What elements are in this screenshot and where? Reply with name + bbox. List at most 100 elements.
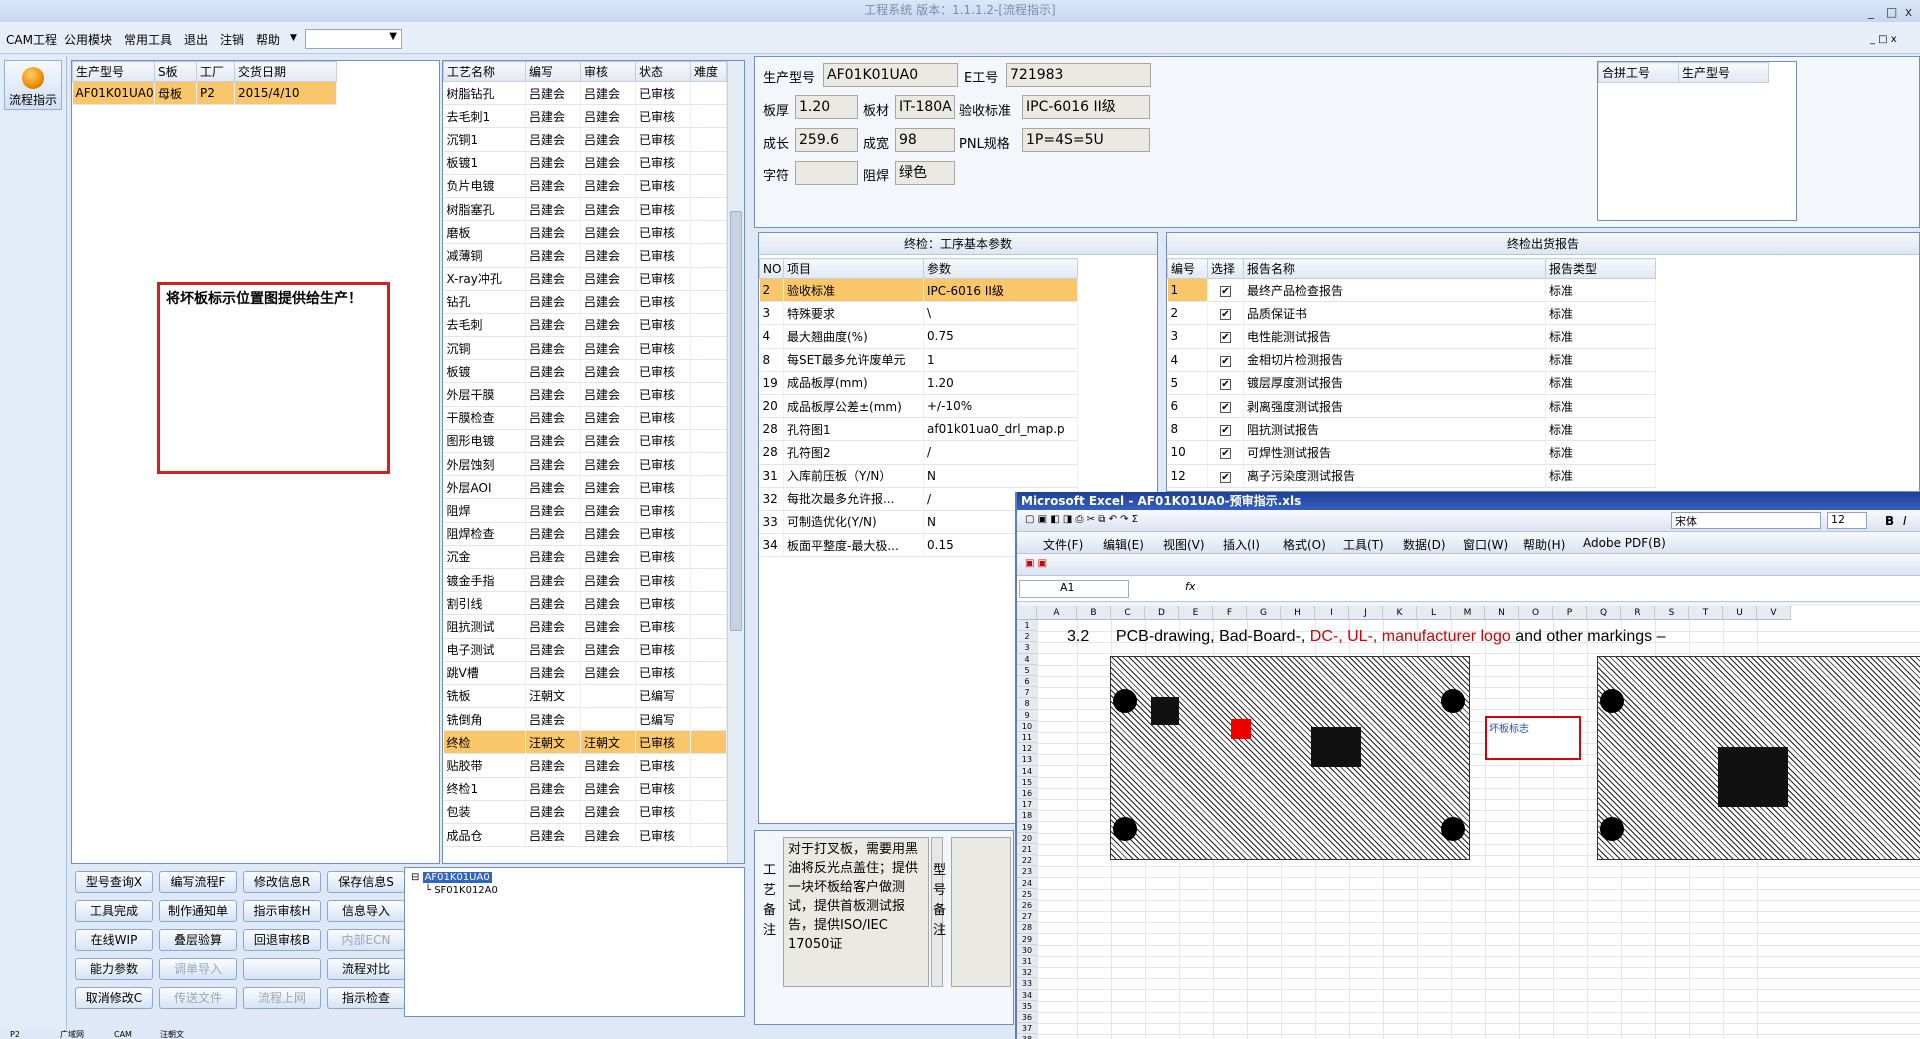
- row-header[interactable]: 37: [1017, 1023, 1037, 1035]
- table-row[interactable]: 6 ✔ 剥离强度测试报告 标准: [1167, 394, 1656, 419]
- tab-wan[interactable]: 广域网: [60, 1030, 84, 1039]
- action-button[interactable]: 回退审核B: [243, 929, 321, 951]
- table-row[interactable]: 磨板 吕建会 吕建会 已审核: [443, 220, 727, 245]
- column-header[interactable]: L: [1417, 606, 1451, 620]
- column-header[interactable]: K: [1383, 606, 1417, 620]
- table-row[interactable]: 28 孔符图1 af01k01ua0_drl_map.p: [759, 417, 1078, 442]
- row-header[interactable]: 33: [1017, 978, 1037, 990]
- report-cell[interactable]: ✔: [1207, 348, 1244, 372]
- table-row[interactable]: 板镀1 吕建会 吕建会 已审核: [443, 151, 727, 175]
- col-item[interactable]: 项目: [783, 258, 924, 279]
- action-button[interactable]: 取消修改C: [75, 987, 153, 1009]
- row-header[interactable]: 28: [1017, 922, 1037, 934]
- row-header[interactable]: 7: [1017, 687, 1037, 699]
- thickness-field[interactable]: 1.20: [795, 95, 858, 119]
- column-header[interactable]: E: [1179, 606, 1213, 620]
- table-row[interactable]: 外层干膜 吕建会 吕建会 已审核: [443, 382, 727, 407]
- row-header[interactable]: 16: [1017, 788, 1037, 800]
- report-cell[interactable]: ✔: [1207, 417, 1244, 442]
- process-note-text[interactable]: 对于打叉板，需要用黑油将反光点盖住；提供一块坏板给客户做测试，提供首板测试报告，…: [783, 837, 929, 987]
- excel-menu-item[interactable]: 插入(I): [1223, 536, 1260, 553]
- menu-help[interactable]: 帮助: [256, 31, 280, 48]
- excel-menu-item[interactable]: Adobe PDF(B): [1583, 536, 1666, 550]
- menu-public[interactable]: 公用模块: [64, 31, 112, 48]
- action-button[interactable]: 能力参数: [75, 958, 153, 980]
- row-header[interactable]: 23: [1017, 866, 1037, 878]
- flow-indicator-button[interactable]: 流程指示: [4, 60, 62, 110]
- row-header[interactable]: 36: [1017, 1012, 1037, 1024]
- action-button[interactable]: 叠层验算: [159, 929, 237, 951]
- row-header[interactable]: 26: [1017, 900, 1037, 912]
- table-row[interactable]: 终检 汪朝文 汪朝文 已审核: [443, 730, 727, 755]
- pdf-icon[interactable]: ▣ ▣: [1025, 558, 1047, 569]
- table-row[interactable]: 4 最大翘曲度(%) 0.75: [759, 324, 1078, 349]
- row-header[interactable]: 31: [1017, 956, 1037, 968]
- select-all-corner[interactable]: [1017, 606, 1037, 620]
- row-header[interactable]: 21: [1017, 844, 1037, 856]
- column-header[interactable]: H: [1281, 606, 1315, 620]
- row-header[interactable]: 10: [1017, 720, 1037, 732]
- table-row[interactable]: 沉铜 吕建会 吕建会 已审核: [443, 336, 727, 361]
- pnl-field[interactable]: 1P=4S=5U: [1022, 128, 1150, 152]
- report-cell[interactable]: ✔: [1207, 394, 1244, 419]
- checkbox[interactable]: ✔: [1220, 402, 1231, 414]
- italic-icon[interactable]: I: [1903, 514, 1907, 528]
- table-row[interactable]: 去毛刺1 吕建会 吕建会 已审核: [443, 104, 727, 129]
- excel-menu-item[interactable]: 文件(F): [1043, 536, 1083, 553]
- action-button[interactable]: 制作通知单: [159, 900, 237, 922]
- row-header[interactable]: 4: [1017, 653, 1037, 665]
- tab-cam[interactable]: CAM: [114, 1030, 132, 1039]
- table-row[interactable]: 2 ✔ 品质保证书 标准: [1167, 301, 1656, 326]
- col-report-no[interactable]: 编号: [1167, 258, 1208, 279]
- close-button[interactable]: x: [1905, 2, 1912, 22]
- row-header[interactable]: 14: [1017, 765, 1037, 777]
- table-row[interactable]: 割引线 吕建会 吕建会 已审核: [443, 591, 727, 616]
- table-row[interactable]: 贴胶带 吕建会 吕建会 已审核: [443, 753, 727, 778]
- action-button[interactable]: 型号查询X: [75, 871, 153, 893]
- column-header[interactable]: B: [1077, 606, 1111, 620]
- menu-cam[interactable]: CAM工程: [6, 31, 57, 48]
- column-header[interactable]: D: [1145, 606, 1179, 620]
- material-field[interactable]: IT-180A: [895, 95, 955, 119]
- table-row[interactable]: 20 成品板厚公差±(mm) +/-10%: [759, 394, 1078, 419]
- row-header[interactable]: 27: [1017, 911, 1037, 923]
- checkbox[interactable]: ✔: [1220, 448, 1231, 460]
- table-row[interactable]: 10 ✔ 可焊性测试报告 标准: [1167, 440, 1656, 465]
- menu-exit[interactable]: 退出: [184, 31, 208, 48]
- table-row[interactable]: 铣板 汪朝文 已编写: [443, 684, 727, 709]
- width-field[interactable]: 98: [895, 128, 955, 152]
- action-button[interactable]: 修改信息R: [243, 871, 321, 893]
- column-header[interactable]: O: [1519, 606, 1553, 620]
- checkbox[interactable]: ✔: [1220, 332, 1231, 344]
- report-cell[interactable]: ✔: [1207, 324, 1244, 349]
- row-header[interactable]: 8: [1017, 698, 1037, 710]
- action-button[interactable]: 在线WIP: [75, 929, 153, 951]
- action-button[interactable]: 内部ECN: [327, 929, 405, 951]
- table-row[interactable]: 负片电镀 吕建会 吕建会 已审核: [443, 174, 727, 198]
- table-row[interactable]: 阻焊 吕建会 吕建会 已审核: [443, 498, 727, 523]
- column-header[interactable]: M: [1451, 606, 1485, 620]
- column-header[interactable]: T: [1689, 606, 1723, 620]
- row-header[interactable]: 20: [1017, 832, 1037, 844]
- table-row[interactable]: 图形电镀 吕建会 吕建会 已审核: [443, 429, 727, 454]
- excel-window[interactable]: Microsoft Excel - AF01K01UA0-预审指示.xls ▢ …: [1015, 492, 1920, 1039]
- table-row[interactable]: 5 ✔ 镀层厚度测试报告 标准: [1167, 371, 1656, 395]
- checkbox[interactable]: ✔: [1220, 378, 1231, 390]
- table-row[interactable]: 2 验收标准 IPC-6016 II级: [759, 278, 1078, 303]
- col-select[interactable]: 选择: [1207, 258, 1244, 279]
- table-row[interactable]: 外层蚀刻 吕建会 吕建会 已审核: [443, 452, 727, 477]
- model-field[interactable]: AF01K01UA0: [823, 63, 958, 87]
- mdi-window-controls[interactable]: _ □ x: [1870, 34, 1897, 45]
- table-row[interactable]: 外层AOI 吕建会 吕建会 已审核: [443, 475, 727, 500]
- table-row[interactable]: X-ray冲孔 吕建会 吕建会 已审核: [443, 267, 727, 291]
- excel-menu-item[interactable]: 帮助(H): [1523, 536, 1565, 553]
- row-header[interactable]: 15: [1017, 776, 1037, 788]
- menu-tools[interactable]: 常用工具: [124, 31, 172, 48]
- excel-font-select[interactable]: 宋体: [1671, 512, 1821, 529]
- column-header[interactable]: N: [1485, 606, 1519, 620]
- row-header[interactable]: 17: [1017, 799, 1037, 811]
- action-button[interactable]: 指示审核H: [243, 900, 321, 922]
- table-row[interactable]: 28 孔符图2/: [759, 440, 1078, 465]
- table-row[interactable]: 31 入库前压板（Y/N） N: [759, 464, 1078, 488]
- col-difficulty[interactable]: 难度: [690, 61, 727, 82]
